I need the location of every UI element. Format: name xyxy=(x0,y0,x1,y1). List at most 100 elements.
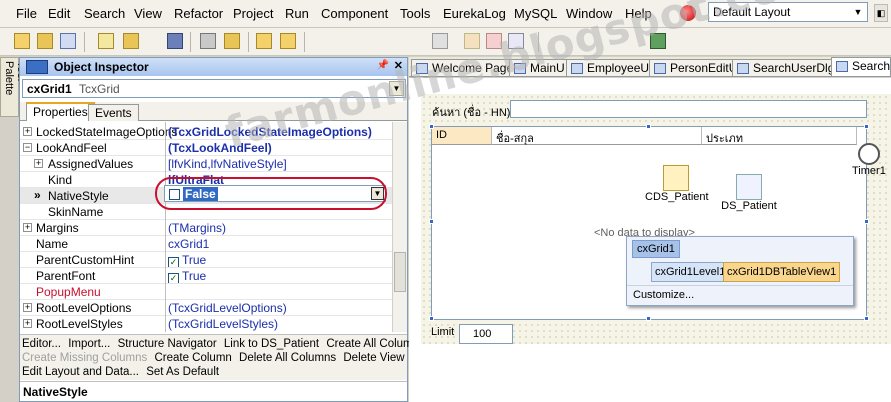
verb-delete-view[interactable]: Delete View xyxy=(343,352,404,364)
expand-icon[interactable]: + xyxy=(23,223,32,232)
cds-patient-component[interactable]: CDS_Patient xyxy=(645,165,709,203)
limit-input[interactable]: 100 xyxy=(459,324,513,344)
unit-icon xyxy=(836,61,848,72)
component-type: TcxGrid xyxy=(79,82,120,96)
property-row[interactable]: Name cxGrid1 xyxy=(20,236,392,252)
expand-icon[interactable]: + xyxy=(23,303,32,312)
menu-file[interactable]: File xyxy=(16,6,37,21)
verbs-line: Editor... Import... Structure Navigator … xyxy=(22,338,429,350)
column-header-name[interactable]: ชื่อ-สกุล xyxy=(492,127,702,145)
expand-icon[interactable]: + xyxy=(23,319,32,328)
component-name: cxGrid1 xyxy=(27,82,72,96)
menu-eurekalog[interactable]: EurekaLog xyxy=(443,6,506,21)
tab-searchp[interactable]: SearchP xyxy=(831,57,891,77)
property-name: Name xyxy=(36,237,69,251)
verb-link-to-ds-patient[interactable]: Link to DS_Patient xyxy=(224,338,319,350)
verbs-line: Edit Layout and Data... Set As Default xyxy=(22,366,223,378)
property-value: True xyxy=(182,253,207,267)
verb-set-as-default[interactable]: Set As Default xyxy=(146,366,219,378)
expand-icon[interactable]: + xyxy=(23,127,32,136)
property-row[interactable]: + AssignedValues [lfvKind,lfvNativeStyle… xyxy=(20,156,392,172)
remove-from-project-icon[interactable] xyxy=(224,33,240,49)
menu-run[interactable]: Run xyxy=(285,6,309,21)
column-header-type[interactable]: ประเภท xyxy=(702,127,857,145)
tab-properties[interactable]: Properties xyxy=(26,102,95,121)
verb-delete-all-columns[interactable]: Delete All Columns xyxy=(239,352,336,364)
tool-palette-tab[interactable]: Tool Palette xyxy=(0,57,27,117)
open-project-icon[interactable] xyxy=(123,33,139,49)
selection-handle[interactable] xyxy=(864,124,869,129)
menu-refactor[interactable]: Refactor xyxy=(174,6,223,21)
property-row[interactable]: + RootLevelOptions (TcxGridLevelOptions) xyxy=(20,300,392,316)
expand-icon[interactable]: + xyxy=(34,159,43,168)
property-name: PopupMenu xyxy=(36,285,101,299)
property-name: NativeStyle xyxy=(48,189,109,203)
selection-handle[interactable] xyxy=(429,316,434,321)
customize-button[interactable]: Customize... xyxy=(627,285,853,305)
selection-handle[interactable] xyxy=(646,124,651,129)
menu-tools[interactable]: Tools xyxy=(400,6,430,21)
property-value-wrap: ✓ True xyxy=(168,269,206,284)
object-inspector-icon xyxy=(26,60,48,74)
grid-structure-navigator: cxGrid1 cxGrid1Level1 cxGrid1DBTableView… xyxy=(626,236,854,306)
clock-icon xyxy=(857,143,880,165)
object-inspector-titlebar[interactable]: Object Inspector 📌 ✕ xyxy=(20,58,407,76)
layout-save-icon[interactable]: ◧ xyxy=(874,4,888,22)
component-label: DS_Patient xyxy=(721,200,777,212)
menu-component[interactable]: Component xyxy=(321,6,388,21)
selection-handle[interactable] xyxy=(429,124,434,129)
component-label: Timer1 xyxy=(852,165,886,177)
property-row[interactable]: ParentFont ✓ True xyxy=(20,268,392,284)
selection-handle[interactable] xyxy=(429,219,434,224)
property-name: LockedStateImageOptions xyxy=(36,125,178,139)
property-value: (TcxGridLevelStyles) xyxy=(168,317,279,331)
menu-mysql[interactable]: MySQL xyxy=(514,6,557,21)
selection-handle[interactable] xyxy=(864,219,869,224)
open-icon[interactable] xyxy=(37,33,53,49)
collapse-icon[interactable]: − xyxy=(23,143,32,152)
verb-edit-layout[interactable]: Edit Layout and Data... xyxy=(22,366,139,378)
tab-label: SearchUserDlg xyxy=(753,61,835,75)
add-to-project-icon[interactable] xyxy=(200,33,216,49)
menu-project[interactable]: Project xyxy=(233,6,273,21)
search-input[interactable] xyxy=(510,100,867,118)
property-row[interactable]: PopupMenu xyxy=(20,284,392,300)
scrollbar-thumb[interactable] xyxy=(394,252,406,292)
selection-handle[interactable] xyxy=(646,316,651,321)
property-row[interactable]: + Margins (TMargins) xyxy=(20,220,392,236)
search-label: ค้นหา (ชื่อ - HN) xyxy=(432,107,511,119)
property-value-wrap: ✓ True xyxy=(168,253,206,268)
property-name: SkinName xyxy=(48,205,104,219)
tab-searchuserdlg[interactable]: SearchUserDlg xyxy=(732,59,840,77)
menu-view[interactable]: View xyxy=(134,6,162,21)
menu-edit[interactable]: Edit xyxy=(48,6,70,21)
verb-import[interactable]: Import... xyxy=(68,338,110,350)
tab-personeditu[interactable]: PersonEditU xyxy=(649,59,743,77)
view-item[interactable]: cxGrid1DBTableView1 xyxy=(723,262,841,282)
verb-create-column[interactable]: Create Column xyxy=(154,352,231,364)
new-items-icon[interactable] xyxy=(14,33,30,49)
property-grid-scrollbar[interactable] xyxy=(392,122,407,332)
selection-handle[interactable] xyxy=(864,316,869,321)
level-root[interactable]: cxGrid1 xyxy=(632,240,680,258)
ds-patient-component[interactable]: DS_Patient xyxy=(719,174,779,212)
chevron-down-icon[interactable]: ▼ xyxy=(851,5,865,19)
column-header-id[interactable]: ID xyxy=(432,127,492,145)
save-icon[interactable] xyxy=(167,33,183,49)
new-file-icon[interactable] xyxy=(98,33,114,49)
verb-editor[interactable]: Editor... xyxy=(22,338,61,350)
save-all-icon[interactable] xyxy=(60,33,76,49)
view-unit-icon[interactable] xyxy=(256,33,272,49)
level-item[interactable]: cxGrid1Level1 xyxy=(651,262,730,282)
property-row[interactable]: ParentCustomHint ✓ True xyxy=(20,252,392,268)
verb-structure-navigator[interactable]: Structure Navigator xyxy=(118,338,217,350)
column-divider[interactable] xyxy=(165,122,166,332)
tab-label: SearchP xyxy=(852,59,891,73)
tab-events[interactable]: Events xyxy=(88,104,139,121)
property-row[interactable]: − LookAndFeel (TcxLookAndFeel) xyxy=(20,140,392,156)
menu-search[interactable]: Search xyxy=(84,6,125,21)
view-form-icon[interactable] xyxy=(280,33,296,49)
stop-icon[interactable] xyxy=(432,33,448,49)
property-row[interactable]: + RootLevelStyles (TcxGridLevelStyles) xyxy=(20,316,392,332)
timer-component[interactable]: Timer1 xyxy=(852,143,886,177)
